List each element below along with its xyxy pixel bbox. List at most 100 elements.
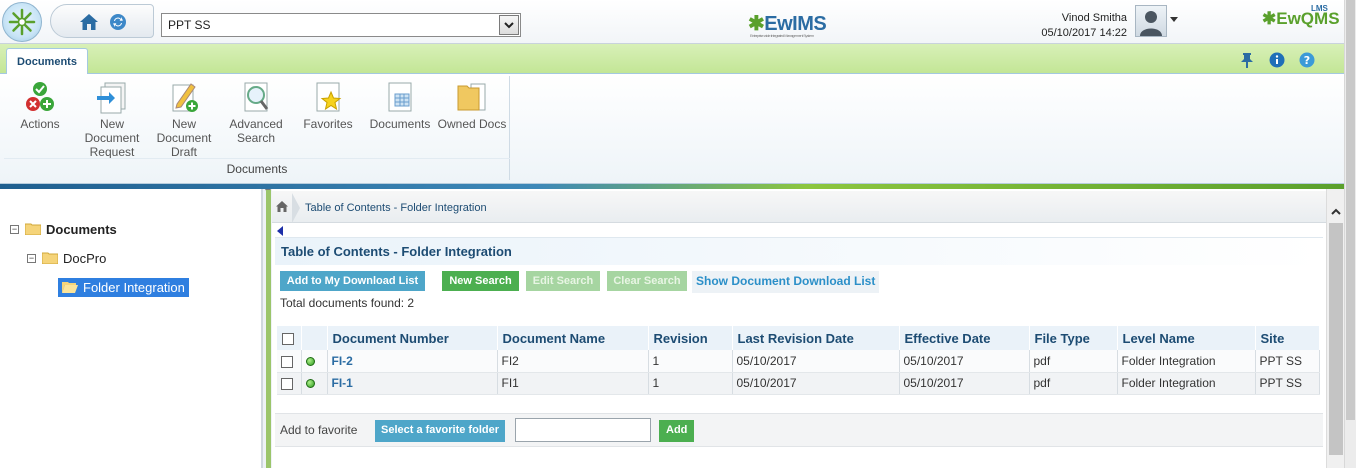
site-cell: PPT SS [1255, 372, 1320, 395]
home-icon[interactable] [79, 13, 99, 34]
page-title: Table of Contents - Folder Integration [275, 237, 1323, 265]
level-name-cell: Folder Integration [1117, 350, 1256, 373]
table-row[interactable]: FI-2 FI2 1 05/10/2017 05/10/2017 pdf Fol… [277, 350, 1320, 373]
ribbon-group-label: Documents [4, 158, 510, 176]
column-header[interactable]: Site [1255, 326, 1320, 350]
folder-icon [41, 252, 59, 265]
owned-docs-button[interactable]: Owned Docs [436, 80, 508, 131]
status-column-header [301, 326, 328, 350]
top-bar: PPT SS ✱EwIMS Enterprise wide Integrated… [0, 0, 1356, 44]
row-checkbox[interactable] [281, 377, 293, 390]
documents-icon [383, 80, 417, 114]
collapse-left-icon[interactable] [277, 226, 283, 236]
ewims-logo: ✱EwIMS Enterprise wide Integrated Manage… [748, 13, 827, 38]
breadcrumb-current[interactable]: Table of Contents - Folder Integration [305, 202, 487, 214]
file-type-cell: pdf [1029, 372, 1118, 395]
documents-label: Documents [369, 117, 431, 131]
level-name-cell: Folder Integration [1117, 372, 1256, 395]
add-favorite-button[interactable]: Add [659, 420, 695, 442]
ribbon-group-documents: Actions New Document Request New Documen… [4, 76, 510, 180]
favorites-button[interactable]: Favorites [292, 80, 364, 131]
document-number-link[interactable]: FI-1 [332, 376, 353, 390]
document-number-link[interactable]: FI-2 [332, 354, 353, 368]
table-row[interactable]: FI-1 FI1 1 05/10/2017 05/10/2017 pdf Fol… [277, 372, 1320, 395]
column-header[interactable]: Document Name [497, 326, 649, 350]
tree-item-documents[interactable]: − Documents [10, 219, 117, 239]
ribbon-right-icons: ? [1238, 51, 1316, 69]
new-document-request-button[interactable]: New Document Request [76, 80, 148, 159]
new-document-request-label: New Document Request [84, 117, 140, 159]
nav-pill [50, 4, 154, 38]
select-favorite-folder-button[interactable]: Select a favorite folder [375, 420, 505, 442]
favorites-label: Favorites [303, 117, 353, 131]
owned-docs-label: Owned Docs [437, 117, 507, 131]
edit-search-button[interactable]: Edit Search [526, 271, 600, 291]
content-scrollbar-thumb[interactable] [1329, 223, 1343, 455]
info-icon[interactable] [1268, 51, 1286, 69]
refresh-icon[interactable] [109, 13, 127, 34]
owned-docs-icon [455, 80, 489, 114]
add-to-favorite-label: Add to favorite [280, 423, 358, 437]
app-logo-icon [8, 8, 36, 36]
collapse-toggle-icon[interactable]: − [10, 224, 19, 234]
ewims-logo-text: EwIMS [764, 13, 827, 35]
column-header[interactable]: Level Name [1117, 326, 1256, 350]
chevron-down-icon[interactable] [499, 15, 519, 35]
documents-button[interactable]: Documents [364, 80, 436, 131]
advanced-search-button[interactable]: Advanced Search [220, 80, 292, 145]
tree-item-docpro[interactable]: − DocPro [27, 248, 106, 268]
document-name-cell: FI1 [497, 372, 649, 395]
new-document-draft-label: New Document Draft [156, 117, 212, 159]
breadcrumb: Table of Contents - Folder Integration [272, 191, 1326, 223]
column-header[interactable]: Revision [648, 326, 733, 350]
user-icon [1140, 11, 1162, 36]
favorite-folder-input[interactable] [515, 418, 651, 442]
row-select-cell [277, 372, 302, 395]
ewims-tagline: Enterprise wide Integrated Management Sy… [750, 33, 814, 38]
row-select-cell [277, 350, 302, 373]
select-all-checkbox[interactable] [282, 333, 294, 346]
content-scrollbar[interactable] [1326, 189, 1344, 468]
new-document-draft-icon [167, 80, 201, 114]
actions-label: Actions [20, 117, 60, 131]
tree-item-folder-integration[interactable]: Folder Integration [58, 277, 189, 297]
scroll-up-icon[interactable] [1331, 207, 1341, 217]
revision-cell: 1 [648, 350, 733, 373]
row-checkbox[interactable] [281, 355, 293, 368]
new-document-draft-button[interactable]: New Document Draft [148, 80, 220, 159]
add-to-download-list-button[interactable]: Add to My Download List [280, 271, 425, 291]
show-download-list-link[interactable]: Show Document Download List [692, 271, 880, 293]
main-content: Table of Contents - Folder Integration T… [272, 189, 1326, 468]
effective-date-cell: 05/10/2017 [899, 372, 1030, 395]
user-avatar[interactable] [1135, 5, 1167, 37]
last-revision-date-cell: 05/10/2017 [732, 350, 900, 373]
folder-tree: − Documents − DocPro Folder Integration [0, 189, 262, 468]
new-search-button[interactable]: New Search [442, 271, 519, 291]
breadcrumb-home-icon[interactable] [276, 201, 288, 215]
user-menu-caret-icon[interactable] [1170, 17, 1178, 22]
column-header[interactable]: Document Number [327, 326, 498, 350]
panel-divider [266, 190, 271, 468]
window-scrollbar[interactable] [1344, 0, 1356, 468]
actions-button[interactable]: Actions [4, 80, 76, 131]
collapse-toggle-icon[interactable]: − [27, 253, 36, 263]
column-header[interactable]: Last Revision Date [732, 326, 900, 350]
site-select[interactable]: PPT SS [161, 13, 521, 37]
add-to-favorite-bar: Add to favorite Select a favorite folder… [275, 413, 1323, 447]
select-all-cell [277, 326, 302, 350]
window-scrollbar-thumb[interactable] [1346, 0, 1355, 420]
advanced-search-icon [239, 80, 273, 114]
help-icon[interactable]: ? [1298, 51, 1316, 69]
clear-search-button[interactable]: Clear Search [607, 271, 687, 291]
document-name-cell: FI2 [497, 350, 649, 373]
ewqms-logo: ✱EwQMS LMS [1262, 4, 1340, 28]
ewqms-logo-text: EwQMS [1276, 9, 1340, 28]
column-header[interactable]: File Type [1029, 326, 1118, 350]
column-header[interactable]: Effective Date [899, 326, 1030, 350]
pin-icon[interactable] [1238, 51, 1256, 69]
total-found: Total documents found: 2 [280, 296, 415, 310]
folder-icon [24, 223, 42, 236]
app-menu-button[interactable] [2, 2, 42, 42]
tree-item-label: DocPro [63, 250, 107, 266]
tab-documents[interactable]: Documents [6, 48, 88, 75]
